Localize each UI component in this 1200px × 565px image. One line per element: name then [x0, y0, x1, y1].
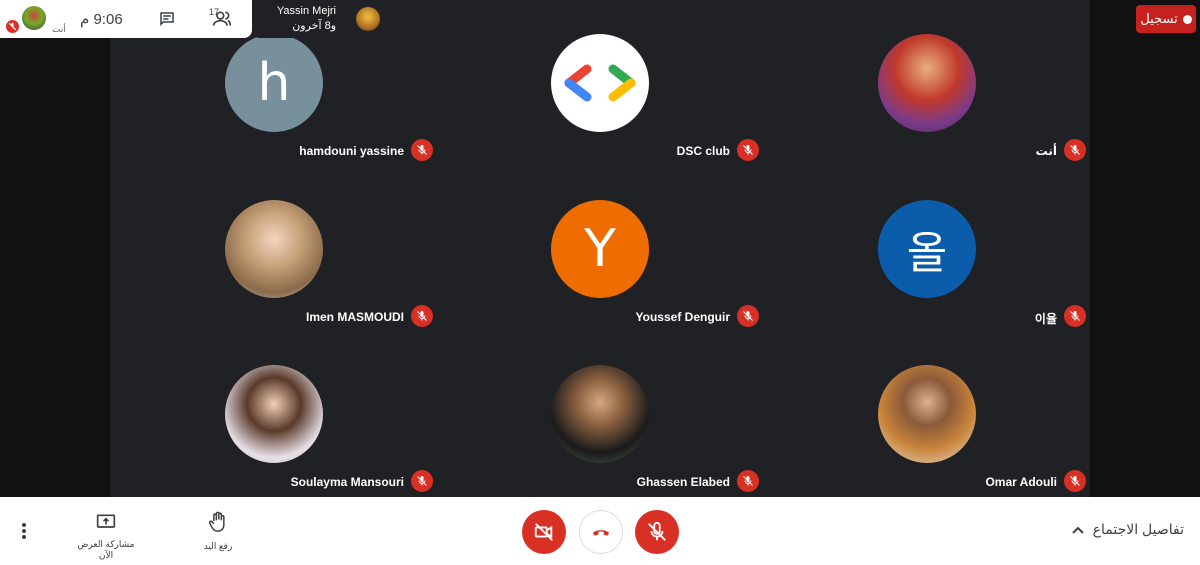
record-button[interactable]: تسجيل [1136, 5, 1196, 33]
clock: 9:06 م [80, 11, 123, 28]
participant-tile[interactable]: Imen MASMOUDI [180, 194, 460, 344]
participant-name: Ghassen Elabed [636, 475, 730, 489]
participant-name: hamdouni yassine [299, 144, 404, 158]
self-preview[interactable] [6, 6, 46, 38]
participant-tile[interactable]: 올 이율 [833, 194, 1113, 344]
mic-off-icon [737, 470, 759, 492]
participant-tile[interactable]: DSC club [506, 28, 786, 178]
participant-name: Youssef Denguir [635, 310, 730, 324]
mic-off-icon [737, 139, 759, 161]
mic-off-icon [1064, 470, 1086, 492]
presenter-others: و8 آخرون [292, 20, 336, 32]
participant-name: Omar Adouli [985, 475, 1057, 489]
mic-off-icon [1064, 139, 1086, 161]
left-margin [0, 0, 110, 497]
leave-call-button[interactable] [579, 510, 623, 554]
avatar [551, 365, 649, 463]
participant-tile[interactable]: Ghassen Elabed [506, 359, 786, 509]
video-grid: h hamdouni yassine DSC club أنت Imen MAS… [0, 0, 1200, 497]
participant-name: DSC club [676, 144, 730, 158]
mic-off-icon [1064, 305, 1086, 327]
avatar-initial: 올 [906, 228, 948, 279]
mic-off-icon [411, 139, 433, 161]
control-bar: مشاركة العرض الآن رفع اليد تفاصيل الاجتم… [0, 497, 1200, 565]
chat-icon[interactable] [158, 10, 176, 33]
raise-hand-label: رفع اليد [203, 541, 233, 551]
record-dot-icon [1182, 14, 1192, 24]
raise-hand-icon [208, 511, 225, 532]
meeting-info-card: أنت 9:06 م 17 [0, 0, 252, 38]
participant-tile[interactable]: Soulayma Mansouri [180, 359, 460, 509]
avatar-initial: Y [584, 219, 616, 279]
mic-toggle-button[interactable] [635, 510, 679, 554]
present-now-button[interactable]: مشاركة العرض الآن [70, 513, 142, 561]
more-vert-icon [22, 523, 26, 539]
participant-tile[interactable]: Y Youssef Denguir [506, 194, 786, 344]
avatar-initial: h [257, 53, 291, 113]
participant-name: أنت [1035, 144, 1057, 158]
avatar: Y [551, 200, 649, 298]
avatar [225, 365, 323, 463]
dsc-logo-icon [551, 34, 649, 132]
participant-tile[interactable]: أنت [833, 28, 1113, 178]
mic-off-icon [411, 470, 433, 492]
presenter-chip[interactable]: Yassin Mejri و8 آخرون [252, 0, 388, 38]
people-icon[interactable] [212, 10, 232, 33]
mic-off-icon [648, 521, 666, 541]
meeting-details-label: تفاصيل الاجتماع [1092, 521, 1184, 537]
present-now-label: مشاركة العرض الآن [77, 539, 135, 560]
participant-tile[interactable]: Omar Adouli [833, 359, 1113, 509]
self-label: أنت [52, 24, 66, 34]
mic-off-icon [737, 305, 759, 327]
mic-off-icon [411, 305, 433, 327]
raise-hand-button[interactable]: رفع اليد [192, 511, 244, 552]
participant-name: 이율 [1034, 312, 1057, 326]
avatar: h [225, 34, 323, 132]
camera-toggle-button[interactable] [522, 510, 566, 554]
participant-name: Soulayma Mansouri [290, 475, 404, 489]
record-label: تسجيل [1140, 11, 1178, 26]
avatar [878, 34, 976, 132]
avatar: 올 [878, 200, 976, 298]
mic-off-icon [6, 20, 19, 33]
avatar [22, 6, 46, 30]
hang-up-icon [592, 530, 610, 536]
avatar [356, 7, 380, 31]
meeting-details-button[interactable]: تفاصيل الاجتماع [1071, 521, 1184, 538]
avatar [225, 200, 323, 298]
participant-name: Imen MASMOUDI [305, 310, 404, 324]
participant-tile[interactable]: h hamdouni yassine [180, 28, 460, 178]
presenter-name: Yassin Mejri [276, 5, 336, 17]
avatar [878, 365, 976, 463]
more-options-button[interactable] [14, 521, 34, 541]
camera-off-icon [534, 523, 553, 541]
chevron-up-icon [1071, 526, 1084, 534]
present-screen-icon [96, 514, 116, 528]
